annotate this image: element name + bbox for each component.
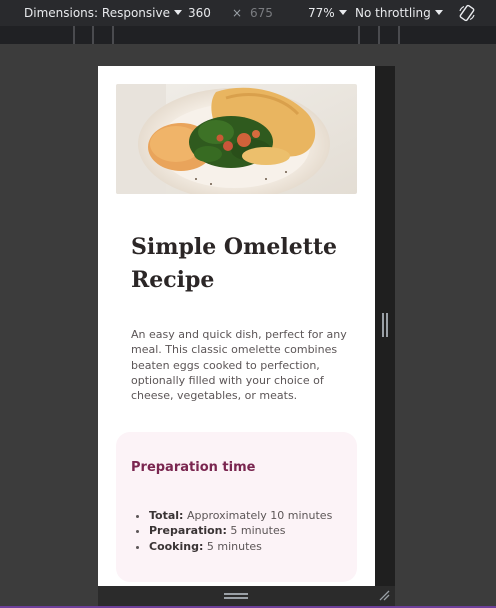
zoom-label: 77% [308, 6, 335, 20]
device-toolbar: Dimensions: Responsive 360 × 675 77% No … [0, 0, 496, 26]
ruler-tick[interactable] [378, 26, 380, 44]
ruler-tick[interactable] [73, 26, 75, 44]
dimensions-label: Dimensions: Responsive [24, 6, 170, 20]
rotate-device-icon[interactable] [458, 4, 476, 22]
ruler-tick[interactable] [398, 26, 400, 44]
list-item-value: 5 minutes [203, 539, 262, 553]
zoom-dropdown[interactable]: 77% [308, 0, 347, 26]
throttling-dropdown[interactable]: No throttling [355, 0, 443, 26]
preparation-time-heading: Preparation time [131, 460, 256, 475]
media-query-bar [0, 26, 496, 44]
height-input[interactable]: 675 [250, 0, 273, 26]
list-item: Preparation: 5 minutes [149, 523, 332, 538]
throttling-label: No throttling [355, 6, 431, 20]
page-title: Simple Omelette Recipe [131, 234, 338, 293]
chevron-down-icon [338, 10, 347, 15]
chevron-down-icon [434, 10, 443, 15]
ruler-tick[interactable] [92, 26, 94, 44]
list-item: Total: Approximately 10 minutes [149, 508, 332, 523]
ruler-tick[interactable] [112, 26, 114, 44]
ruler-tick[interactable] [358, 26, 360, 44]
dimensions-dropdown[interactable]: Dimensions: Responsive [24, 0, 182, 26]
resize-handle-icon[interactable] [382, 313, 388, 337]
device-viewport: Simple Omelette Recipe An easy and quick… [98, 66, 375, 586]
list-item-value: 5 minutes [226, 524, 286, 538]
list-item-label: Total: [149, 509, 184, 522]
chevron-down-icon [173, 10, 182, 15]
list-item: Cooking: 5 minutes [149, 539, 332, 554]
recipe-description: An easy and quick dish, perfect for any … [131, 328, 347, 403]
preparation-time-list: Total: Approximately 10 minutes Preparat… [131, 508, 332, 554]
list-item-value: Approximately 10 minutes [183, 509, 333, 522]
omelette-image [116, 84, 357, 194]
list-item-label: Preparation: [149, 524, 227, 538]
preparation-time-card: Preparation time Total: Approximately 10… [116, 432, 357, 582]
corner-resize-icon[interactable] [378, 589, 390, 601]
list-item-label: Cooking: [149, 539, 204, 553]
times-separator: × [232, 6, 243, 20]
resize-handle-icon[interactable] [224, 593, 248, 599]
width-input[interactable]: 360 [188, 0, 211, 26]
